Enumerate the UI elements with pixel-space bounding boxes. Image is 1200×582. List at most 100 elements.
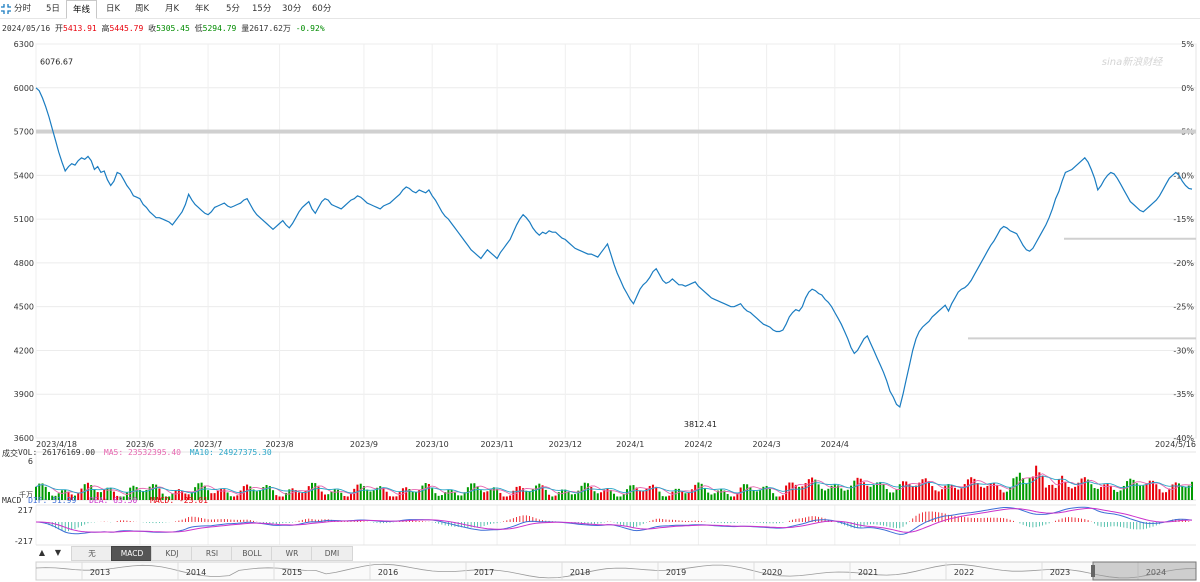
macd-dif-line — [35, 506, 1193, 535]
volume-bar — [1028, 477, 1031, 500]
volume-bar — [1048, 485, 1051, 500]
volume-bar — [1139, 485, 1142, 500]
extreme-label: 3812.41 — [684, 420, 717, 429]
volume-bar — [820, 488, 823, 500]
x-tick-label: 2024/4 — [821, 440, 849, 449]
volume-bar — [616, 496, 619, 500]
volume-bar — [366, 489, 369, 500]
volume-bar — [869, 486, 872, 500]
volume-bar — [953, 487, 956, 500]
volume-bar — [229, 496, 232, 500]
volume-bar — [281, 496, 284, 500]
level-band-5700 — [36, 129, 1196, 134]
volume-bar — [1096, 488, 1099, 500]
x-tick-label: 2024/2 — [684, 440, 712, 449]
scroll-down-button[interactable]: ▼ — [52, 547, 64, 559]
volume-bar — [1070, 488, 1073, 500]
volume-bar — [291, 488, 294, 500]
volume-bar — [1087, 479, 1090, 500]
volume-bar — [960, 488, 963, 500]
volume-bar — [957, 489, 960, 500]
volume-bar — [843, 490, 846, 500]
volume-bar — [772, 493, 775, 500]
volume-bar — [1041, 475, 1044, 500]
indicator-tab-6[interactable]: DMI — [311, 546, 353, 561]
volume-bar — [986, 485, 989, 500]
volume-bar — [642, 491, 645, 500]
volume-ma10: MA10: 24927375.30 — [189, 448, 272, 457]
volume-bar — [278, 496, 281, 500]
volume-bar — [876, 482, 879, 500]
volume-bar — [450, 489, 453, 500]
volume-bar — [827, 488, 830, 500]
volume-bar — [872, 485, 875, 500]
volume-bar — [548, 494, 551, 500]
volume-bar — [1080, 478, 1083, 500]
volume-bar — [947, 484, 950, 500]
volume-bar — [934, 490, 937, 500]
volume-bar — [1022, 478, 1025, 500]
volume-bar — [635, 487, 638, 500]
navigator-year-label: 2019 — [666, 568, 686, 577]
volume-bar — [1126, 481, 1129, 500]
volume-bar — [911, 486, 914, 500]
price-chart[interactable]: 63005%60000%5700-5%5400-10%5100-15%4800-… — [0, 0, 1200, 582]
indicator-tab-4[interactable]: BOLL — [231, 546, 273, 561]
volume-bar — [1054, 487, 1057, 500]
indicator-tab-5[interactable]: WR — [271, 546, 313, 561]
scroll-up-button[interactable]: ▲ — [36, 547, 48, 559]
volume-bar — [603, 489, 606, 500]
volume-bar — [1119, 490, 1122, 500]
x-tick-label: 2024/5/16 — [1155, 440, 1196, 449]
volume-bar — [369, 491, 372, 500]
volume-bar — [1109, 486, 1112, 500]
volume-bar — [600, 492, 603, 500]
volume-bar — [752, 490, 755, 500]
volume-bar — [927, 481, 930, 500]
volume-bar — [1044, 487, 1047, 500]
volume-bar — [414, 492, 417, 500]
x-tick-label: 2023/9 — [350, 440, 378, 449]
volume-bar — [817, 484, 820, 500]
volume-bar — [999, 489, 1002, 500]
volume-bar — [372, 490, 375, 500]
volume-bar — [1184, 487, 1187, 500]
pct-tick-label: -20% — [1173, 259, 1194, 268]
navigator-year-label: 2016 — [378, 568, 398, 577]
indicator-tab-2[interactable]: KDJ — [151, 546, 193, 561]
volume-bar — [479, 490, 482, 500]
volume-bar — [661, 496, 664, 500]
volume-bar — [505, 496, 508, 500]
volume-bar — [564, 489, 567, 500]
volume-bar — [570, 494, 573, 500]
macd-value: MACD: -23.01 — [150, 496, 208, 505]
volume-bar — [895, 488, 898, 500]
indicator-tab-1[interactable]: MACD — [111, 546, 153, 561]
volume-bar — [525, 490, 528, 500]
volume-bar — [713, 493, 716, 500]
volume-bar — [411, 491, 414, 500]
extreme-label: 6076.67 — [40, 58, 73, 67]
volume-bar — [226, 492, 229, 500]
macd-dea: DEA: 63.50 — [89, 496, 138, 505]
volume-bar — [1002, 492, 1005, 500]
volume-bar — [684, 493, 687, 500]
indicator-tab-3[interactable]: RSI — [191, 546, 233, 561]
navigator-year-label: 2018 — [570, 568, 590, 577]
volume-bar — [561, 489, 564, 500]
volume-bar — [535, 485, 538, 500]
y-tick-label: 5400 — [14, 171, 34, 180]
indicator-tab-0[interactable]: 无 — [71, 546, 113, 561]
volume-bar — [703, 488, 706, 500]
volume-bar — [596, 493, 599, 500]
volume-bar — [567, 492, 570, 500]
volume-bar — [298, 492, 301, 500]
volume-bar — [1005, 491, 1008, 500]
volume-bar — [307, 486, 310, 500]
volume-bar — [1012, 478, 1015, 500]
volume-bar — [846, 489, 849, 500]
volume-bar — [528, 491, 531, 500]
volume-bar — [1113, 489, 1116, 500]
volume-bar — [1057, 479, 1060, 500]
volume-bar — [538, 483, 541, 500]
